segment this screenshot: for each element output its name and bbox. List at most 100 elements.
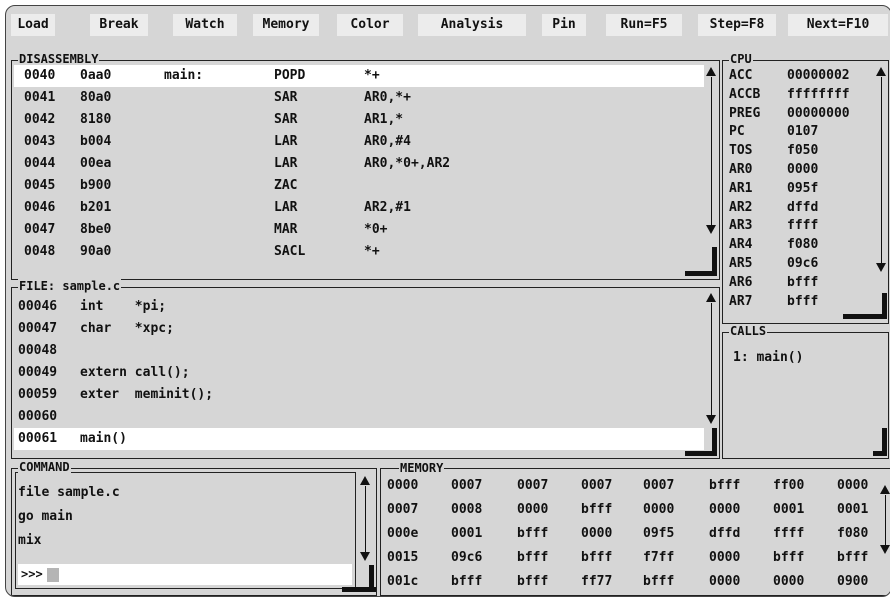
register-row[interactable]: TOS f050: [725, 142, 873, 160]
register-row[interactable]: AR6 bfff: [725, 274, 873, 292]
disassembly-row[interactable]: 0048 90a0 SACL *+: [14, 241, 704, 263]
memory-row[interactable]: 000e 0001 bfff 0000 09f5 dffd ffff f080: [381, 523, 876, 545]
scroll-up-icon[interactable]: [706, 67, 716, 76]
scroll-up-icon[interactable]: [880, 485, 890, 494]
register-row[interactable]: AR7 bfff: [725, 293, 873, 311]
memory-value[interactable]: 0001: [773, 499, 804, 521]
register-row[interactable]: AR5 09c6: [725, 255, 873, 273]
memory-value[interactable]: 0000: [709, 547, 740, 569]
disassembly-row[interactable]: 0043 b004 LAR AR0,#4: [14, 131, 704, 153]
command-window[interactable]: COMMAND file sample.c go main mix >>>: [11, 460, 377, 596]
memory-value[interactable]: bfff: [643, 571, 674, 593]
register-row[interactable]: PREG 00000000: [725, 105, 873, 123]
command-input[interactable]: >>>: [18, 564, 352, 585]
menu-memory[interactable]: Memory: [253, 14, 319, 36]
scroll-up-icon[interactable]: [360, 476, 370, 485]
scroll-down-icon[interactable]: [706, 225, 716, 234]
source-line[interactable]: 00047 char *xpc;: [14, 318, 704, 340]
scroll-down-icon[interactable]: [706, 415, 716, 424]
disassembly-window[interactable]: DISASSEMBLY 0040 0aa0 main: POPD *+ 0041 80a0 S…: [11, 52, 720, 280]
disassembly-row[interactable]: 0047 8be0 MAR *0+: [14, 219, 704, 241]
menu-break[interactable]: Break: [90, 14, 148, 36]
register-row[interactable]: PC 0107: [725, 123, 873, 141]
scroll-down-icon[interactable]: [876, 263, 886, 272]
menu-next[interactable]: Next=F10: [788, 14, 888, 36]
file-window[interactable]: FILE: sample.c 00046 int *pi; 00047 char *x…: [11, 279, 720, 459]
memory-row[interactable]: 0000 0007 0007 0007 0007 bfff ff00 0000: [381, 475, 876, 497]
memory-value[interactable]: 0008: [451, 499, 482, 521]
scroll-track[interactable]: [881, 77, 882, 263]
scroll-track[interactable]: [711, 303, 712, 415]
memory-value[interactable]: 0007: [451, 475, 482, 497]
memory-value[interactable]: 0007: [581, 475, 612, 497]
memory-value[interactable]: 09f5: [643, 523, 674, 545]
memory-value[interactable]: 0000: [643, 499, 674, 521]
source-line[interactable]: 00060: [14, 406, 704, 428]
scroll-track[interactable]: [711, 77, 712, 225]
scroll-track[interactable]: [885, 495, 886, 545]
disassembly-row[interactable]: 0041 80a0 SAR AR0,*+: [14, 87, 704, 109]
memory-value[interactable]: 0001: [837, 499, 868, 521]
memory-value[interactable]: ffff: [773, 523, 804, 545]
scroll-down-icon[interactable]: [360, 552, 370, 561]
memory-value[interactable]: dffd: [709, 523, 740, 545]
register-row[interactable]: AR0 0000: [725, 161, 873, 179]
memory-value[interactable]: bfff: [517, 547, 548, 569]
memory-value[interactable]: bfff: [581, 499, 612, 521]
memory-value[interactable]: bfff: [517, 571, 548, 593]
register-row[interactable]: ACC 00000002: [725, 67, 873, 85]
resize-handle[interactable]: [843, 314, 887, 319]
memory-value[interactable]: 0000: [709, 499, 740, 521]
memory-value[interactable]: 0000: [517, 499, 548, 521]
resize-handle-vertical[interactable]: [882, 428, 887, 456]
menu-color[interactable]: Color: [337, 14, 403, 36]
scroll-down-icon[interactable]: [880, 545, 890, 554]
memory-value[interactable]: 0900: [837, 571, 868, 593]
disassembly-scrollbar[interactable]: [706, 65, 716, 277]
register-row[interactable]: ACCB ffffffff: [725, 86, 873, 104]
menu-load[interactable]: Load: [11, 14, 55, 36]
source-line[interactable]: 00059 exter meminit();: [14, 384, 704, 406]
memory-value[interactable]: f7ff: [643, 547, 674, 569]
menu-pin[interactable]: Pin: [542, 14, 586, 36]
source-line[interactable]: 00061 main(): [14, 428, 704, 450]
memory-value[interactable]: ff00: [773, 475, 804, 497]
disassembly-row[interactable]: 0045 b900 ZAC: [14, 175, 704, 197]
calls-window[interactable]: CALLS 1: main(): [722, 324, 889, 459]
memory-value[interactable]: 0000: [581, 523, 612, 545]
memory-value[interactable]: 0000: [837, 475, 868, 497]
menu-analysis[interactable]: Analysis: [418, 14, 526, 36]
resize-handle-vertical[interactable]: [369, 565, 374, 591]
source-line[interactable]: 00048: [14, 340, 704, 362]
resize-handle-vertical[interactable]: [882, 293, 887, 319]
memory-value[interactable]: 0000: [709, 571, 740, 593]
register-row[interactable]: AR3 ffff: [725, 217, 873, 235]
cpu-scrollbar[interactable]: [876, 65, 886, 275]
register-row[interactable]: AR2 dffd: [725, 199, 873, 217]
source-line[interactable]: 00046 int *pi;: [14, 296, 704, 318]
memory-window[interactable]: MEMORY 0000 0007 0007 0007 0007 bfff ff00 0000 0…: [380, 461, 890, 596]
memory-value[interactable]: bfff: [837, 547, 868, 569]
call-stack-item[interactable]: 1: main(): [733, 347, 873, 369]
memory-row[interactable]: 0007 0008 0000 bfff 0000 0000 0001 0001: [381, 499, 876, 521]
memory-value[interactable]: 0000: [773, 571, 804, 593]
resize-handle-vertical[interactable]: [712, 247, 717, 276]
source-line[interactable]: 00049 extern call();: [14, 362, 704, 384]
disassembly-row[interactable]: 0042 8180 SAR AR1,*: [14, 109, 704, 131]
memory-scrollbar[interactable]: [880, 481, 890, 561]
menu-watch[interactable]: Watch: [173, 14, 237, 36]
scroll-up-icon[interactable]: [876, 67, 886, 76]
scroll-up-icon[interactable]: [706, 293, 716, 302]
cpu-window[interactable]: CPU ACC 00000002 ACCB ffffffff PREG 00000000 P…: [722, 52, 889, 324]
menu-run[interactable]: Run=F5: [606, 14, 682, 36]
resize-handle-vertical[interactable]: [712, 428, 717, 456]
register-row[interactable]: AR4 f080: [725, 236, 873, 254]
memory-value[interactable]: ff77: [581, 571, 612, 593]
memory-row[interactable]: 0015 09c6 bfff bfff f7ff 0000 bfff bfff: [381, 547, 876, 569]
memory-value[interactable]: bfff: [581, 547, 612, 569]
memory-value[interactable]: 0007: [643, 475, 674, 497]
memory-value[interactable]: f080: [837, 523, 868, 545]
memory-value[interactable]: bfff: [451, 571, 482, 593]
disassembly-row[interactable]: 0046 b201 LAR AR2,#1: [14, 197, 704, 219]
menu-step[interactable]: Step=F8: [698, 14, 776, 36]
